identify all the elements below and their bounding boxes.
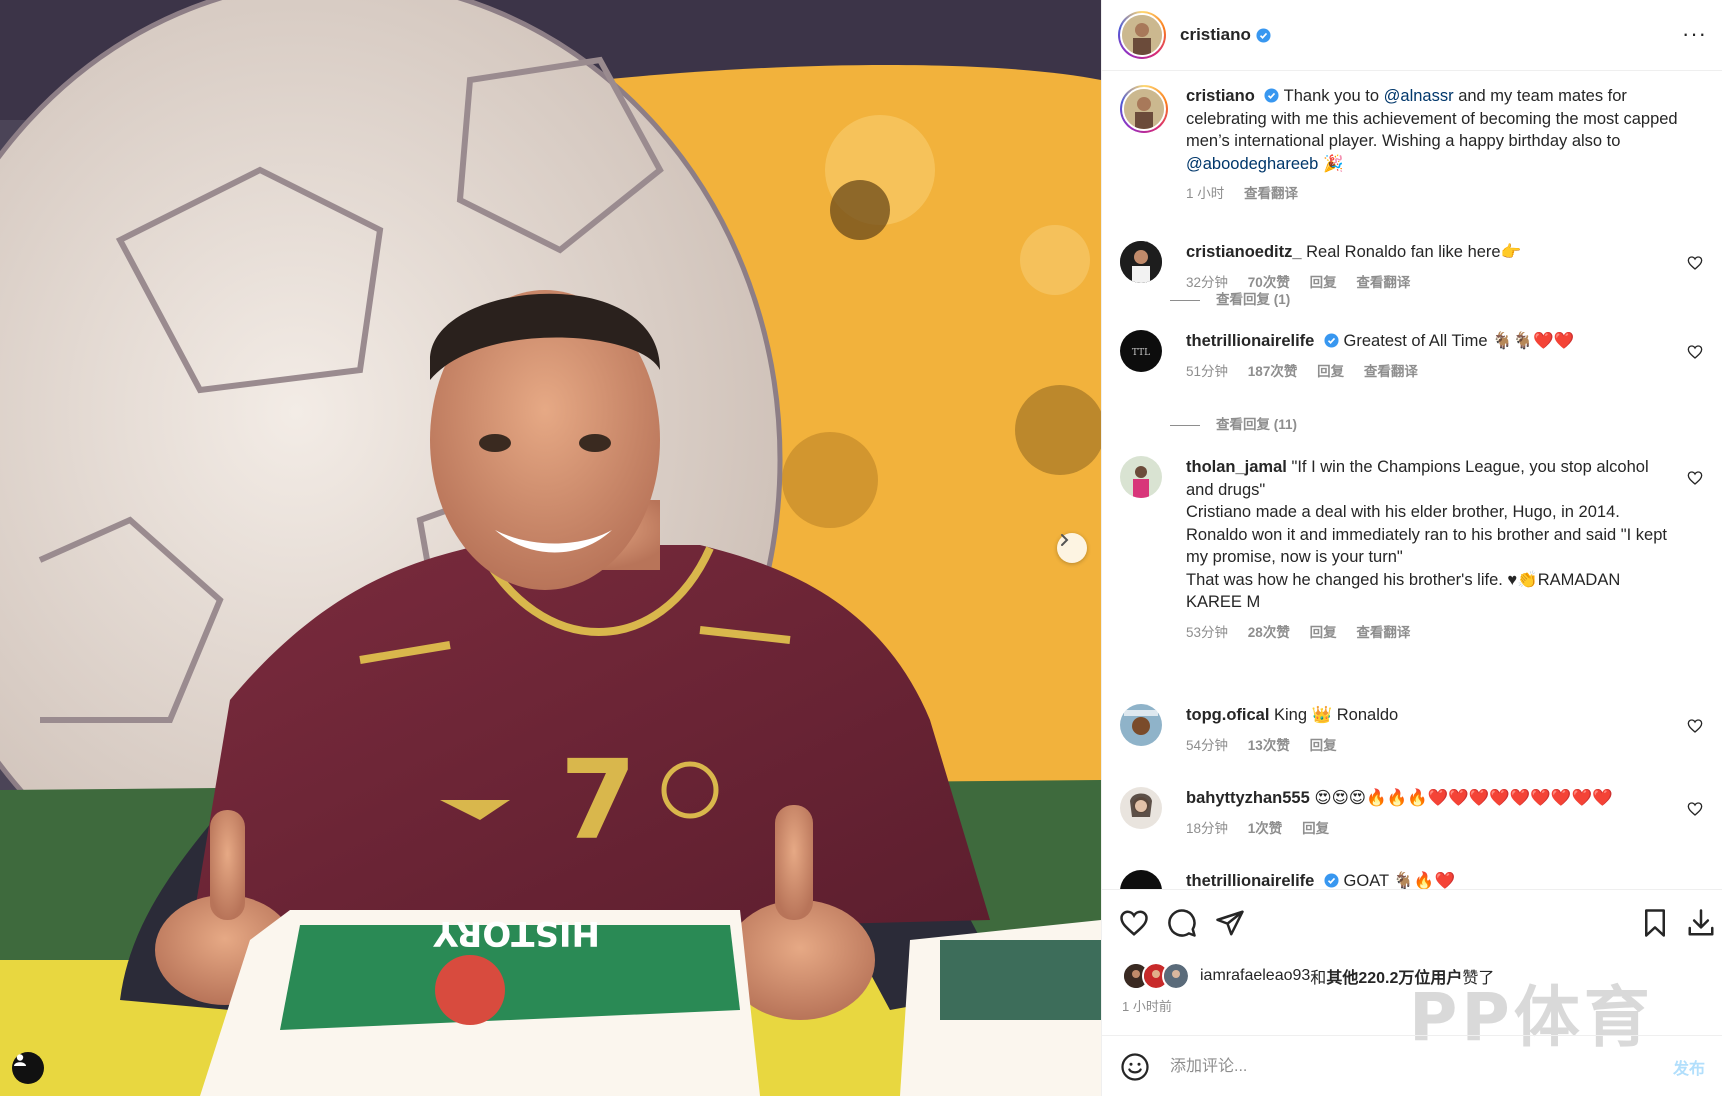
comment-avatar[interactable]: TTL bbox=[1120, 330, 1162, 372]
comment-text: King 👑 Ronaldo bbox=[1274, 706, 1399, 724]
comment-username[interactable]: topg.ofical bbox=[1186, 706, 1269, 724]
next-photo-button[interactable] bbox=[1057, 533, 1087, 563]
author-avatar[interactable] bbox=[1118, 11, 1166, 59]
emoji-icon[interactable] bbox=[1120, 1052, 1150, 1082]
caption-part: Thank you to bbox=[1283, 87, 1384, 105]
heart-icon[interactable] bbox=[1687, 470, 1703, 486]
comment-avatar[interactable] bbox=[1120, 456, 1162, 498]
comment-item: TTL thetrillionairelife Greatest of All … bbox=[1120, 330, 1705, 390]
comment-username[interactable]: thetrillionairelife bbox=[1186, 872, 1314, 889]
post-sidebar: cristiano ··· cristiano Thank you to @al… bbox=[1101, 0, 1722, 1096]
author-username[interactable]: cristiano bbox=[1180, 25, 1251, 45]
liker-avatar bbox=[1162, 962, 1190, 990]
comment-item: thetrillionairelife GOAT 🐐🔥❤️ bbox=[1120, 870, 1705, 889]
comment-text-line: Ronaldo won it and immediately ran to hi… bbox=[1186, 525, 1667, 567]
verified-icon bbox=[1264, 88, 1279, 103]
tagged-users-button[interactable] bbox=[12, 1052, 44, 1084]
caption-translate[interactable]: 查看翻译 bbox=[1244, 186, 1298, 201]
comment-username[interactable]: cristianoeditz_ bbox=[1186, 243, 1302, 261]
chevron-right-icon bbox=[1061, 534, 1069, 546]
liker-username[interactable]: iamrafaeleao93 bbox=[1200, 967, 1310, 985]
comment-item: tholan_jamal "If I win the Champions Lea… bbox=[1120, 456, 1705, 640]
comment-avatar[interactable] bbox=[1120, 787, 1162, 829]
comment-icon[interactable] bbox=[1167, 908, 1197, 938]
verified-icon bbox=[1324, 333, 1339, 348]
svg-text:7: 7 bbox=[560, 736, 637, 864]
post-comment-button[interactable]: 发布 bbox=[1673, 1055, 1705, 1079]
comment-text: Greatest of All Time 🐐🐐❤️❤️ bbox=[1343, 332, 1575, 350]
heart-icon[interactable] bbox=[1119, 908, 1149, 938]
translate-button[interactable]: 查看翻译 bbox=[1364, 364, 1418, 379]
verified-icon bbox=[1256, 27, 1271, 43]
comment-username[interactable]: bahyttyzhan555 bbox=[1186, 789, 1310, 807]
comment-likes[interactable]: 28次赞 bbox=[1248, 625, 1290, 640]
caption-time: 1 小时 bbox=[1186, 186, 1225, 201]
comment-time: 54分钟 bbox=[1186, 737, 1229, 753]
comment-text: Real Ronaldo fan like here👉 bbox=[1306, 243, 1522, 261]
caption-meta: 1 小时 查看翻译 bbox=[1186, 183, 1705, 206]
comment-composer: 发布 bbox=[1102, 1035, 1722, 1097]
likes-text: 和 bbox=[1310, 970, 1327, 987]
comments-list[interactable]: cristiano Thank you to @alnassr and my t… bbox=[1102, 71, 1722, 889]
caption-part: 🎉 bbox=[1318, 154, 1344, 173]
post-photo[interactable]: 7 HISTORY bbox=[0, 0, 1101, 1096]
post-header: cristiano ··· bbox=[1102, 0, 1722, 71]
bookmark-icon[interactable] bbox=[1640, 908, 1670, 938]
mention-alnassr[interactable]: @alnassr bbox=[1384, 87, 1454, 105]
comment-likes[interactable]: 13次赞 bbox=[1248, 738, 1290, 753]
comment-username[interactable]: thetrillionairelife bbox=[1186, 332, 1314, 350]
mention-aboodeghareeb[interactable]: @aboodeghareeb bbox=[1186, 155, 1318, 173]
reply-button[interactable]: 回复 bbox=[1302, 821, 1329, 836]
comment-likes[interactable]: 187次赞 bbox=[1248, 364, 1298, 379]
view-replies[interactable]: 查看回复 (1) bbox=[1200, 288, 1290, 308]
heart-icon[interactable] bbox=[1687, 255, 1703, 271]
comment-text: 😍😍😍🔥🔥🔥❤️❤️❤️❤️❤️❤️❤️❤️❤️ bbox=[1314, 789, 1613, 807]
caption-avatar[interactable] bbox=[1120, 85, 1168, 133]
caption: cristiano Thank you to @alnassr and my t… bbox=[1120, 85, 1705, 205]
comment-username[interactable]: tholan_jamal bbox=[1186, 458, 1287, 476]
verified-icon bbox=[1324, 873, 1339, 888]
translate-button[interactable]: 查看翻译 bbox=[1356, 275, 1410, 290]
heart-icon[interactable] bbox=[1687, 801, 1703, 817]
reply-button[interactable]: 回复 bbox=[1317, 364, 1344, 379]
share-icon[interactable] bbox=[1215, 908, 1245, 938]
comment-time: 51分钟 bbox=[1186, 363, 1229, 379]
post-timestamp: 1 小时前 bbox=[1122, 999, 1172, 1014]
comment-time: 53分钟 bbox=[1186, 624, 1229, 640]
reply-button[interactable]: 回复 bbox=[1310, 275, 1337, 290]
caption-username[interactable]: cristiano bbox=[1186, 87, 1255, 105]
heart-icon[interactable] bbox=[1687, 718, 1703, 734]
user-tag-icon bbox=[14, 1054, 26, 1066]
reply-button[interactable]: 回复 bbox=[1310, 625, 1337, 640]
comment-avatar[interactable] bbox=[1120, 241, 1162, 283]
view-replies[interactable]: 查看回复 (11) bbox=[1200, 413, 1297, 433]
comment-item: bahyttyzhan555 😍😍😍🔥🔥🔥❤️❤️❤️❤️❤️❤️❤️❤️❤️ … bbox=[1120, 787, 1705, 847]
reply-button[interactable]: 回复 bbox=[1310, 738, 1337, 753]
comment-text: GOAT 🐐🔥❤️ bbox=[1343, 872, 1455, 889]
more-icon[interactable]: ··· bbox=[1682, 23, 1707, 45]
comment-text-line: Cristiano made a deal with his elder bro… bbox=[1186, 503, 1620, 521]
download-icon[interactable] bbox=[1686, 908, 1716, 938]
comment-input[interactable] bbox=[1168, 1056, 1673, 1077]
comment-item: topg.ofical King 👑 Ronaldo 54分钟 13次赞 回复 bbox=[1120, 704, 1705, 764]
post-actions: iamrafaeleao93 和其他220.2万位用户 赞了 1 小时前 PP体育 bbox=[1102, 889, 1722, 1056]
svg-text:TTL: TTL bbox=[1132, 348, 1150, 358]
comment-time: 18分钟 bbox=[1186, 820, 1229, 836]
caption-text: cristiano Thank you to @alnassr and my t… bbox=[1186, 85, 1705, 206]
heart-icon[interactable] bbox=[1687, 344, 1703, 360]
comment-avatar[interactable] bbox=[1120, 704, 1162, 746]
comment-likes[interactable]: 1次赞 bbox=[1248, 821, 1283, 836]
translate-button[interactable]: 查看翻译 bbox=[1356, 625, 1410, 640]
svg-text:HISTORY: HISTORY bbox=[433, 913, 600, 953]
comment-avatar[interactable] bbox=[1120, 870, 1162, 889]
photo-illustration: 7 HISTORY bbox=[0, 0, 1101, 1096]
comment-text-line: That was how he changed his brother's li… bbox=[1186, 570, 1621, 612]
